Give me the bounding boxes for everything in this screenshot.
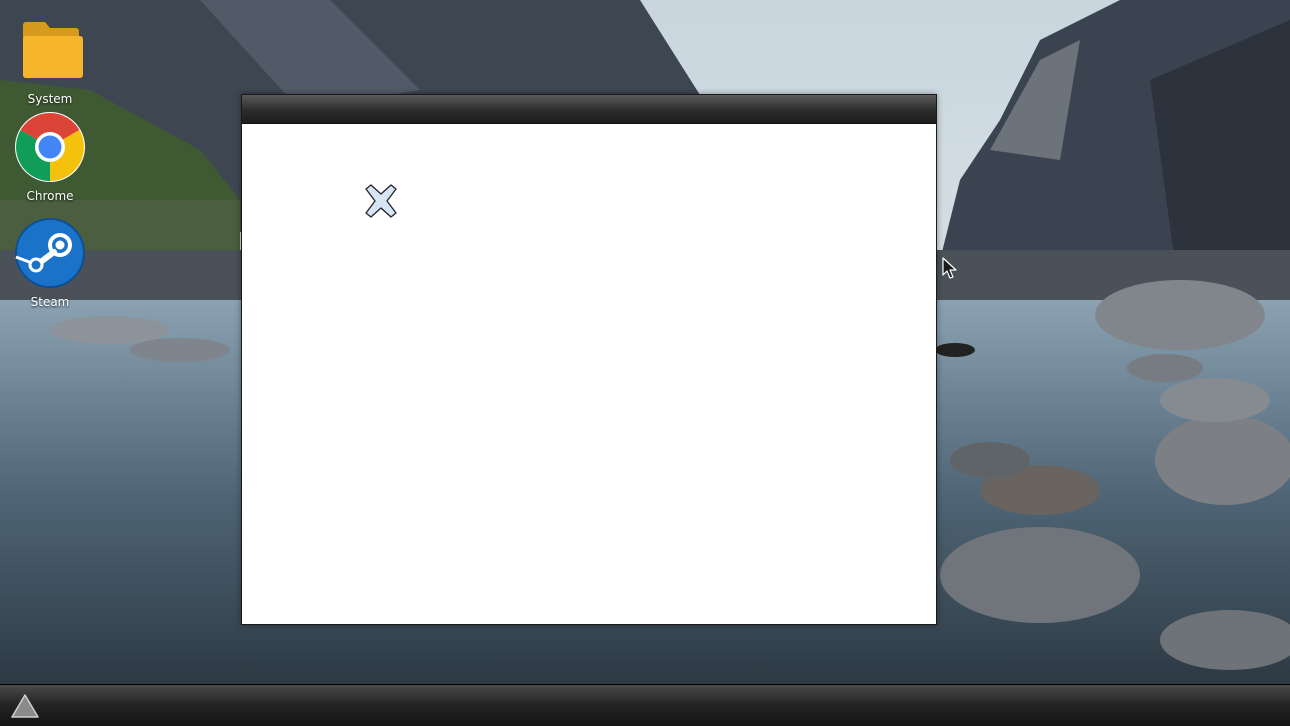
- desktop-icon-chrome[interactable]: Chrome: [0, 111, 100, 203]
- triangle-up-icon[interactable]: [10, 693, 40, 719]
- desktop-icon-steam[interactable]: Steam: [0, 217, 100, 309]
- close-x-icon[interactable]: [363, 184, 399, 218]
- desktop-icon-system[interactable]: System: [0, 14, 100, 106]
- desktop-icon-label: Steam: [30, 295, 70, 309]
- window-titlebar[interactable]: [242, 95, 936, 124]
- taskbar: [0, 684, 1290, 726]
- folder-icon: [23, 22, 83, 78]
- steam-icon: [15, 218, 85, 288]
- window-content: [242, 124, 936, 624]
- chrome-icon: [15, 112, 85, 182]
- desktop-icon-label: Chrome: [26, 189, 74, 203]
- desktop-icon-label: System: [27, 92, 73, 106]
- mouse-cursor-icon: [942, 257, 957, 279]
- app-window: [241, 94, 937, 625]
